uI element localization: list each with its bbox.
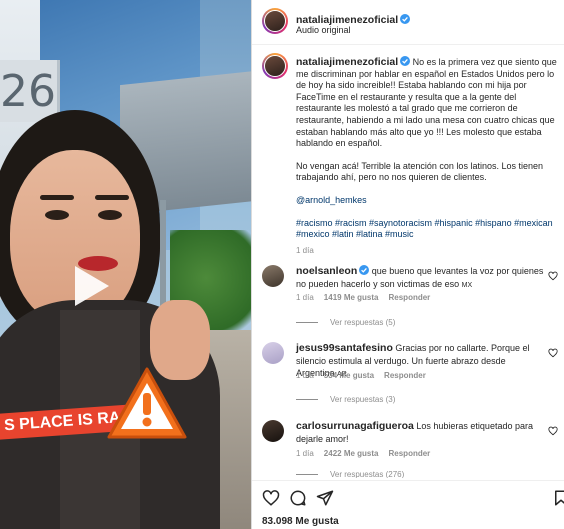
header-divider <box>252 44 564 45</box>
comment-meta: 1 día 534 Me gusta Responder <box>296 371 426 380</box>
caption-username[interactable]: nataliajimenezoficial <box>296 56 398 68</box>
reply-button[interactable]: Responder <box>389 293 431 302</box>
caption-hashtags[interactable]: #racismo #racism #saynotoracism #hispani… <box>296 218 558 241</box>
post-caption: nataliajimenezoficial No es la primera v… <box>296 56 558 256</box>
comment-likes[interactable]: 1419 Me gusta <box>324 293 379 302</box>
reply-button[interactable]: Responder <box>389 449 431 458</box>
caption-mention[interactable]: @arnold_hemkes <box>296 195 558 207</box>
likes-count[interactable]: 83.098 Me gusta <box>262 516 339 527</box>
verified-badge-icon <box>400 14 411 24</box>
share-icon[interactable] <box>316 489 334 507</box>
comment-time: 1 día <box>296 371 314 380</box>
view-replies-button[interactable]: Ver respuestas (276) <box>296 470 404 478</box>
comment-username[interactable]: noelsanleon <box>296 265 357 277</box>
author-avatar[interactable] <box>262 8 288 34</box>
comment-time: 1 día <box>296 293 314 302</box>
left-eye <box>45 210 69 220</box>
warning-icon <box>107 367 187 439</box>
heart-icon[interactable] <box>548 271 558 281</box>
heart-icon[interactable] <box>548 348 558 358</box>
post-panel: nataliajimenezoficial Audio original nat… <box>251 0 564 529</box>
audio-label[interactable]: Audio original <box>296 25 351 35</box>
view-replies-label: Ver respuestas (5) <box>330 318 396 327</box>
comment-meta: 1 día 1419 Me gusta Responder <box>296 293 430 302</box>
action-bar: 83.098 Me gusta <box>252 480 564 529</box>
heart-icon[interactable] <box>548 426 558 436</box>
flag-label: MX <box>461 281 473 289</box>
view-replies-button[interactable]: Ver respuestas (3) <box>296 395 395 404</box>
view-replies-button[interactable]: Ver respuestas (5) <box>296 318 395 327</box>
building-number-sign: 26 <box>0 60 60 122</box>
reply-button[interactable]: Responder <box>384 371 426 380</box>
caption-text-2: No vengan acá! Terrible la atención con … <box>296 160 543 183</box>
caption-text-1: No es la primera vez que siento que me d… <box>296 57 557 149</box>
heart-icon[interactable] <box>262 489 280 507</box>
commenter-avatar[interactable] <box>262 342 284 364</box>
comment-likes[interactable]: 534 Me gusta <box>324 371 374 380</box>
left-brow <box>40 195 74 200</box>
comment-time: 1 día <box>296 449 314 458</box>
play-icon[interactable] <box>65 262 113 310</box>
bookmark-icon[interactable] <box>552 489 564 507</box>
comment-icon[interactable] <box>289 489 307 507</box>
comment-username[interactable]: carlosurrunagafigueroa <box>296 420 414 432</box>
view-replies-label: Ver respuestas (276) <box>330 470 405 478</box>
caption-time: 1 día <box>296 245 314 255</box>
commenter-avatar[interactable] <box>262 420 284 442</box>
comment-meta: 1 día 2422 Me gusta Responder <box>296 449 430 458</box>
right-eye <box>98 210 122 220</box>
verified-badge-icon <box>359 265 370 275</box>
caption-avatar[interactable] <box>262 53 288 79</box>
post-header: nataliajimenezoficial Audio original <box>252 0 564 44</box>
reel-video[interactable]: 26 S PLACE IS RACIST <box>0 0 251 529</box>
comment-username[interactable]: jesus99santafesino <box>296 342 393 354</box>
comment-likes[interactable]: 2422 Me gusta <box>324 449 379 458</box>
right-brow <box>95 195 129 200</box>
verified-badge-icon <box>400 56 411 66</box>
commenter-avatar[interactable] <box>262 265 284 287</box>
view-replies-label: Ver respuestas (3) <box>330 395 396 404</box>
building-number: 26 <box>0 66 56 117</box>
